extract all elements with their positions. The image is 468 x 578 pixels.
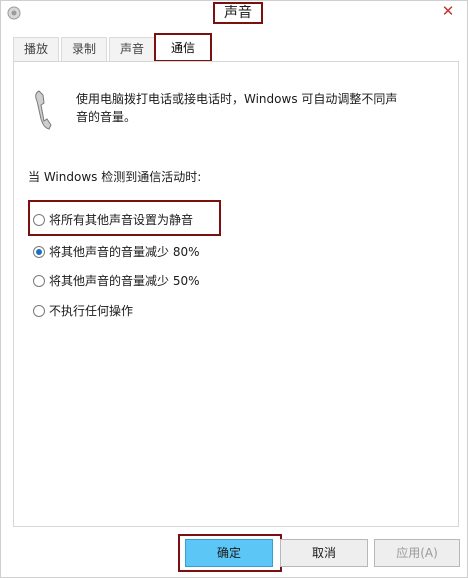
- tab-playback[interactable]: 播放: [13, 37, 59, 61]
- cancel-button[interactable]: 取消: [280, 539, 368, 567]
- option-reduce-80[interactable]: 将其他声音的音量减少 80%: [33, 243, 200, 261]
- apply-button[interactable]: 应用(A): [374, 539, 460, 567]
- window-title: 声音: [213, 2, 263, 24]
- option-reduce-80-label: 将其他声音的音量减少 80%: [49, 245, 200, 259]
- sound-dialog: 声音 ✕ 播放 录制 声音 通信 使用电脑拨打电话或接电话时，Windows 可…: [0, 0, 468, 578]
- radio-reduce-50[interactable]: [33, 274, 45, 287]
- option-mute-all[interactable]: 将所有其他声音设置为静音: [33, 211, 193, 229]
- option-reduce-50[interactable]: 将其他声音的音量减少 50%: [33, 272, 200, 290]
- radio-do-nothing[interactable]: [33, 304, 45, 317]
- option-mute-all-label: 将所有其他声音设置为静音: [49, 213, 194, 227]
- tab-sounds[interactable]: 声音: [109, 37, 155, 61]
- title-bar: 声音 ✕: [1, 1, 467, 27]
- ok-button[interactable]: 确定: [185, 539, 273, 567]
- phone-icon: [35, 90, 52, 130]
- detection-heading: 当 Windows 检测到通信活动时:: [28, 170, 202, 184]
- panel-description: 使用电脑拨打电话或接电话时，Windows 可自动调整不同声音的音量。: [76, 92, 398, 124]
- speaker-icon: [7, 6, 21, 20]
- option-do-nothing[interactable]: 不执行任何操作: [33, 302, 133, 320]
- tab-communications[interactable]: 通信: [154, 33, 212, 62]
- close-button[interactable]: ✕: [433, 1, 463, 23]
- radio-mute-all[interactable]: [33, 213, 45, 226]
- option-do-nothing-label: 不执行任何操作: [49, 304, 134, 318]
- communications-panel: [13, 61, 459, 527]
- radio-reduce-80[interactable]: [33, 245, 45, 258]
- option-reduce-50-label: 将其他声音的音量减少 50%: [49, 274, 200, 288]
- tab-recording[interactable]: 录制: [61, 37, 107, 61]
